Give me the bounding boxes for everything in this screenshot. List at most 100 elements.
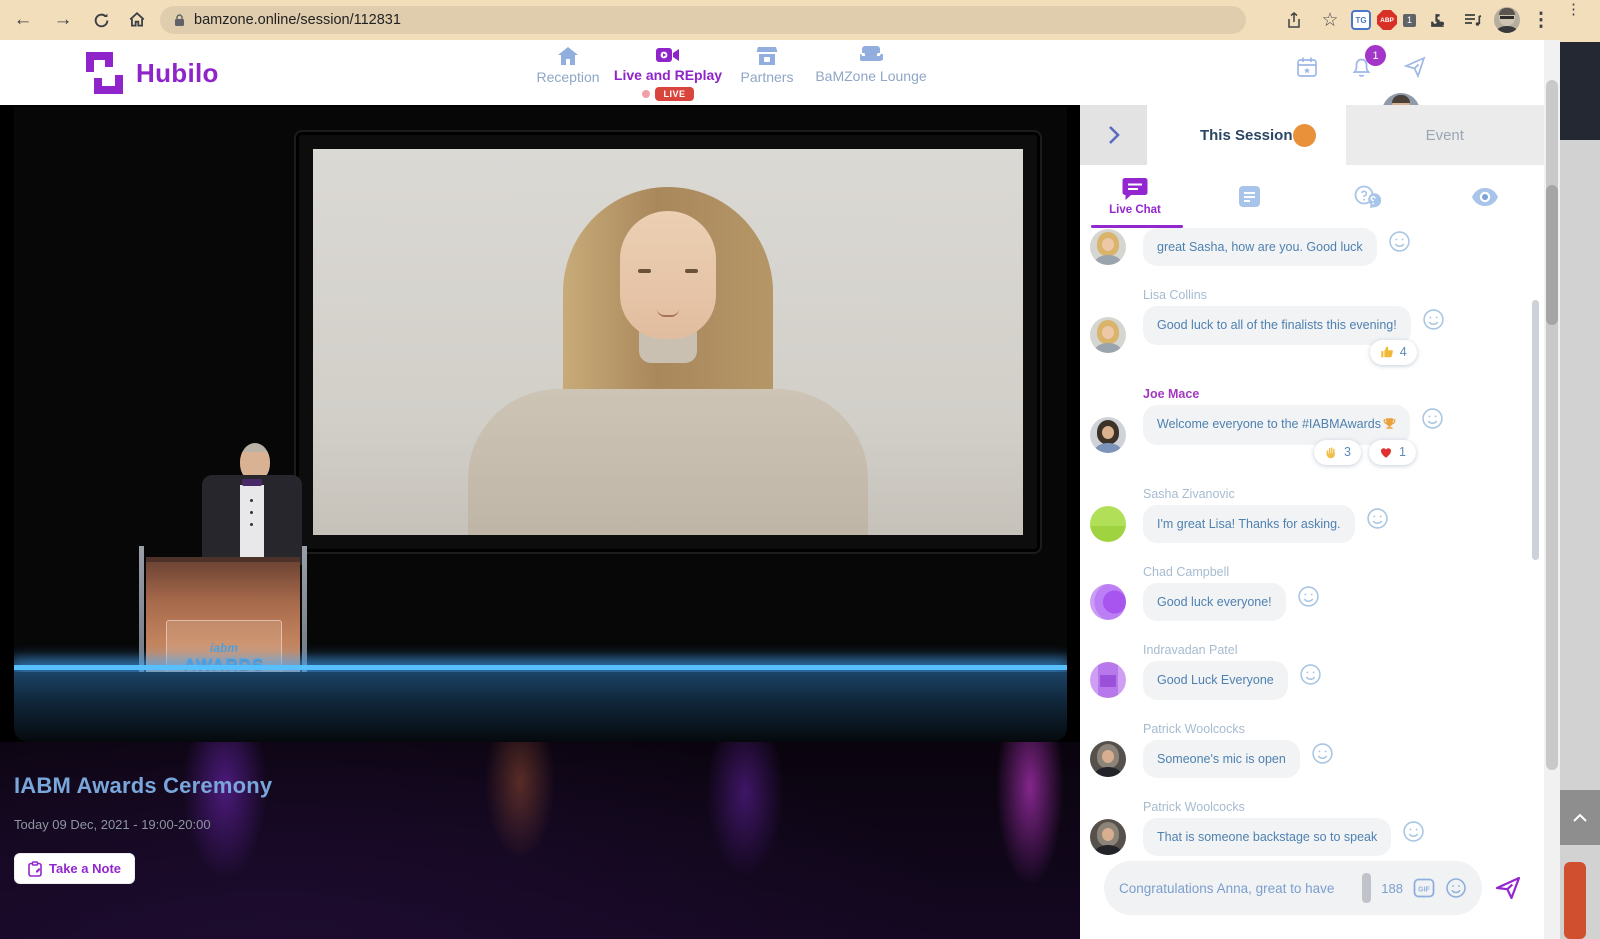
browser-menu-icon[interactable]: ⋮ [1526, 5, 1556, 35]
scroll-up-button[interactable] [1560, 790, 1600, 845]
reload-icon[interactable] [86, 5, 116, 35]
extension-tg-icon[interactable]: TG [1351, 10, 1371, 30]
hubilo-logo-text: Hubilo [136, 58, 219, 89]
stage-neon-strip [14, 665, 1067, 670]
reaction-chip-clap[interactable]: 3 [1314, 440, 1361, 465]
sender-name: Indravadan Patel [1143, 643, 1536, 657]
notifications-bell-icon[interactable]: 1 [1348, 54, 1374, 80]
extension-adblock-icon[interactable]: ABP [1377, 10, 1397, 30]
cursor-highlight-dot [1293, 124, 1316, 147]
add-reaction-button[interactable] [1366, 507, 1389, 533]
message-bubble: great Sasha, how are you. Good luck [1143, 228, 1377, 266]
chat-message: Lisa CollinsGood luck to all of the fina… [1090, 288, 1536, 364]
notification-count-badge: 1 [1365, 45, 1386, 66]
live-dot-icon [642, 90, 650, 98]
scrollbar-thumb[interactable] [1546, 80, 1558, 770]
address-bar[interactable]: bamzone.online/session/112831 [160, 6, 1246, 34]
message-bubble: I'm great Lisa! Thanks for asking. [1143, 505, 1355, 543]
page-scrollbar[interactable] [1544, 40, 1560, 939]
message-bubble: Welcome everyone to the #IABMAwards [1143, 405, 1410, 445]
tab-event[interactable]: Event [1346, 105, 1545, 165]
stage-background: iabm AWARDS IABM Awards Ceremony Today 0… [0, 105, 1080, 939]
app-header: Hubilo Reception Live and REplay LIVE Pa… [0, 40, 1568, 105]
background-window-edge: ⋮ [1560, 0, 1600, 939]
sender-avatar[interactable] [1090, 819, 1126, 855]
reactions: 31 [1314, 440, 1416, 465]
scroll-marker [1564, 862, 1586, 939]
chat-message: Indravadan Patel Good Luck Everyone [1090, 643, 1536, 699]
chevron-right-icon [1107, 125, 1120, 145]
extensions-puzzle-icon[interactable] [1422, 5, 1452, 35]
screen: ← → bamzone.online/session/112831 ☆ TG A… [0, 0, 1600, 939]
sender-name: Patrick Woolcocks [1143, 800, 1536, 814]
chat-bubble-icon [1122, 177, 1148, 201]
add-reaction-button[interactable] [1421, 407, 1444, 433]
reactions: 4 [1370, 340, 1417, 365]
chat-input[interactable]: Congratulations Anna, great to have [1119, 881, 1352, 896]
reaction-chip-thumbs-up[interactable]: 4 [1370, 340, 1417, 365]
session-side-panel: This Session Event Live Chat gre [1080, 105, 1544, 939]
take-a-note-button[interactable]: Take a Note [14, 853, 135, 884]
emoji-picker-icon[interactable] [1445, 877, 1467, 899]
sender-name: Sasha Zivanovic [1143, 487, 1536, 501]
eye-icon [1471, 187, 1499, 207]
add-reaction-button[interactable] [1402, 820, 1425, 846]
add-reaction-button[interactable] [1388, 230, 1411, 256]
chat-message: Chad CampbellGood luck everyone! [1090, 565, 1536, 621]
send-message-button[interactable] [1494, 875, 1522, 903]
stage-screen [296, 132, 1040, 552]
hubilo-logo-icon [84, 51, 126, 95]
sender-avatar[interactable] [1090, 317, 1126, 353]
gif-picker-icon[interactable]: GIF [1413, 878, 1435, 898]
tab-session-feed[interactable] [1190, 165, 1308, 228]
sender-avatar[interactable] [1090, 229, 1126, 265]
collapse-panel-button[interactable] [1080, 105, 1147, 165]
message-bubble: Someone's mic is open [1143, 740, 1300, 778]
message-bubble: Good luck everyone! [1143, 583, 1286, 621]
messages-send-icon[interactable] [1402, 54, 1428, 80]
sender-avatar[interactable] [1090, 417, 1126, 453]
forward-icon[interactable]: → [48, 5, 78, 35]
chat-composer[interactable]: Congratulations Anna, great to have 188 … [1104, 861, 1482, 915]
hubilo-logo[interactable]: Hubilo [84, 51, 219, 95]
chevron-up-icon [1572, 813, 1588, 823]
add-reaction-button[interactable] [1297, 585, 1320, 611]
reading-list-icon[interactable] [1458, 5, 1488, 35]
add-reaction-button[interactable] [1422, 308, 1445, 334]
sender-avatar[interactable] [1090, 506, 1126, 542]
url-text: bamzone.online/session/112831 [194, 12, 401, 28]
tab-qa[interactable] [1308, 165, 1426, 228]
tab-this-session[interactable]: This Session [1147, 105, 1346, 165]
notes-icon [1237, 184, 1262, 209]
sender-avatar[interactable] [1090, 584, 1126, 620]
reception-home-icon [557, 46, 579, 66]
bookmark-star-icon[interactable]: ☆ [1315, 5, 1345, 35]
send-plane-icon [1494, 875, 1522, 901]
char-count: 188 [1381, 881, 1403, 896]
sender-avatar[interactable] [1090, 662, 1126, 698]
message-bubble: That is someone backstage so to speak [1143, 818, 1391, 856]
tab-watching[interactable] [1426, 165, 1544, 228]
chat-message: Sasha Zivanovic I'm great Lisa! Thanks fo… [1090, 487, 1536, 543]
back-icon[interactable]: ← [8, 5, 38, 35]
chat-message: Patrick Woolcocks That is someone backsta… [1090, 800, 1536, 856]
message-bubble: Good Luck Everyone [1143, 661, 1288, 699]
session-title: IABM Awards Ceremony [14, 773, 272, 799]
browser-profile-avatar[interactable] [1494, 7, 1520, 33]
text-cursor [1362, 873, 1371, 903]
tab-live-chat[interactable]: Live Chat [1080, 165, 1190, 228]
reaction-chip-heart[interactable]: 1 [1369, 440, 1416, 465]
add-reaction-button[interactable] [1311, 742, 1334, 768]
share-icon[interactable] [1279, 5, 1309, 35]
sender-name: Joe Mace [1143, 387, 1536, 401]
nav-bamzone-lounge[interactable]: BaMZone Lounge [811, 46, 931, 84]
chat-scrollbar-thumb[interactable] [1532, 300, 1539, 560]
sender-avatar[interactable] [1090, 741, 1126, 777]
add-reaction-button[interactable] [1299, 663, 1322, 689]
extension-badge: 1 [1403, 10, 1416, 30]
speaker-video [313, 149, 1023, 535]
home-icon[interactable] [122, 5, 152, 35]
nav-partners[interactable]: Partners [707, 46, 827, 85]
schedule-calendar-icon[interactable] [1294, 54, 1320, 80]
trophy-icon [1383, 417, 1396, 434]
